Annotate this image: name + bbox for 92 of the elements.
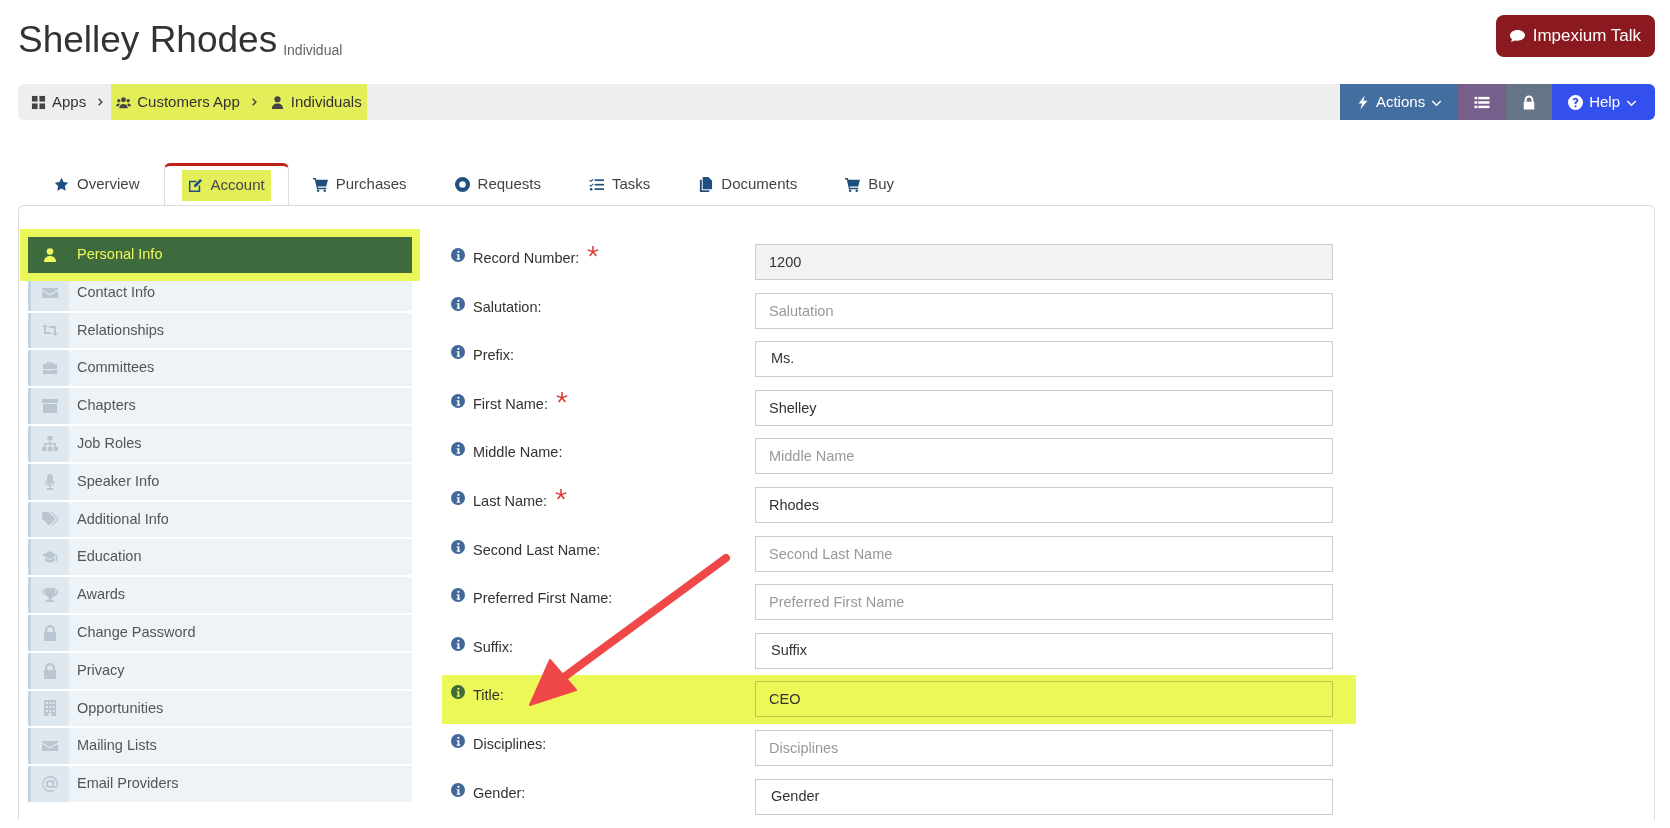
input-field[interactable]: Second Last Name — [755, 535, 1333, 572]
input-field[interactable]: Shelley — [755, 389, 1333, 426]
lock-button[interactable] — [1506, 84, 1553, 120]
sidebar-item[interactable]: Awards — [28, 577, 412, 613]
lock-icon — [1522, 94, 1537, 110]
documents-icon — [698, 177, 714, 192]
input-field[interactable]: Disciplines — [755, 729, 1333, 766]
tab[interactable]: Documents — [674, 163, 822, 205]
sidebar-item[interactable]: Speaker Info — [28, 463, 412, 500]
sidebar-item[interactable]: Committees — [28, 350, 412, 387]
cart-icon — [312, 177, 328, 192]
chat-button[interactable]: Impexium Talk — [1495, 15, 1655, 57]
sidebar-item[interactable]: Education — [28, 539, 412, 576]
tab[interactable]: Requests — [430, 163, 565, 205]
field-label: Gender: — [473, 783, 526, 803]
sidebar-item[interactable]: Chapters — [28, 388, 412, 424]
sidebar-item[interactable]: Privacy — [28, 652, 412, 689]
info-icon — [451, 636, 465, 651]
lock-icon — [42, 624, 58, 641]
info-icon — [451, 345, 465, 360]
field-label: Disciplines: — [473, 734, 547, 754]
field-label: Prefix: — [473, 346, 515, 366]
grid-icon — [31, 94, 46, 110]
select-field[interactable]: Ms. — [755, 341, 1333, 378]
lock-icon — [42, 662, 58, 679]
info-icon — [451, 490, 465, 505]
tab[interactable]: Account — [163, 163, 289, 205]
record-type: Individual — [283, 40, 343, 60]
users-icon — [116, 94, 132, 110]
page-title: Shelley Rhodes — [18, 20, 278, 61]
input-field[interactable]: CEO — [755, 681, 1333, 718]
breadcrumb-link[interactable]: Customers App — [111, 84, 245, 120]
info-icon — [451, 685, 465, 700]
microphone-icon — [42, 473, 58, 490]
at-sign-icon — [42, 776, 58, 793]
field-label: Suffix: — [473, 637, 514, 657]
input-field[interactable]: Middle Name — [755, 438, 1333, 475]
help-icon — [1568, 94, 1584, 110]
help-button[interactable]: Help — [1552, 84, 1655, 120]
building-icon — [42, 700, 58, 717]
field-label: Preferred First Name: — [473, 589, 613, 609]
select-field[interactable]: Suffix — [755, 632, 1333, 669]
info-icon — [451, 248, 465, 262]
sidebar-item[interactable]: Mailing Lists — [28, 728, 412, 765]
user-icon — [269, 94, 285, 110]
hierarchy-icon — [42, 435, 58, 452]
field-label: First Name: — [473, 394, 548, 414]
edit-icon — [187, 178, 203, 193]
field-label: Middle Name: — [473, 443, 563, 463]
list-button[interactable] — [1458, 84, 1507, 120]
breadcrumb-link[interactable]: Apps — [26, 84, 92, 120]
sidebar-item[interactable]: Job Roles — [28, 426, 412, 462]
star-icon — [54, 177, 69, 192]
sidebar-item[interactable]: Additional Info — [28, 501, 412, 538]
checklist-icon — [588, 177, 604, 192]
briefcase-icon — [42, 360, 58, 377]
list-icon — [1474, 94, 1491, 110]
graduation-cap-icon — [42, 549, 58, 566]
tab[interactable]: Tasks — [564, 163, 675, 205]
actions-button[interactable]: Actions — [1339, 84, 1459, 120]
info-icon — [451, 393, 465, 408]
field-label: Salutation: — [473, 297, 542, 317]
field-label: Last Name: — [473, 491, 548, 511]
input-field[interactable]: Salutation — [755, 292, 1333, 329]
info-icon — [451, 296, 465, 311]
tab[interactable]: Overview — [30, 163, 164, 205]
input-field[interactable]: Preferred First Name — [755, 584, 1333, 621]
info-icon — [451, 733, 465, 748]
info-icon — [451, 539, 465, 554]
tags-icon — [42, 511, 58, 528]
field-label: Second Last Name: — [473, 540, 601, 560]
info-icon — [451, 442, 465, 457]
sidebar-item[interactable]: Opportunities — [28, 690, 412, 727]
input-field[interactable]: Rhodes — [755, 486, 1333, 523]
breadcrumb-link[interactable]: Individuals — [264, 84, 367, 120]
cart-icon — [845, 177, 861, 192]
user-icon — [42, 246, 58, 263]
chat-icon — [1509, 28, 1525, 44]
info-icon — [451, 588, 465, 603]
sidebar-item[interactable]: Change Password — [28, 614, 412, 651]
tab[interactable]: Purchases — [288, 163, 431, 205]
tab[interactable]: Buy — [821, 163, 919, 205]
select-field[interactable]: Gender — [755, 778, 1333, 815]
field-label: Title: — [473, 686, 504, 706]
trophy-icon — [42, 587, 58, 604]
field-label: Record Number: — [473, 249, 580, 268]
swap-arrows-icon — [42, 322, 58, 339]
info-icon — [451, 782, 465, 797]
sidebar-item[interactable]: Email Providers — [28, 766, 412, 802]
archive-icon — [42, 398, 58, 415]
sidebar-item[interactable]: Relationships — [28, 312, 412, 349]
input-field[interactable]: 1200 — [755, 244, 1333, 280]
